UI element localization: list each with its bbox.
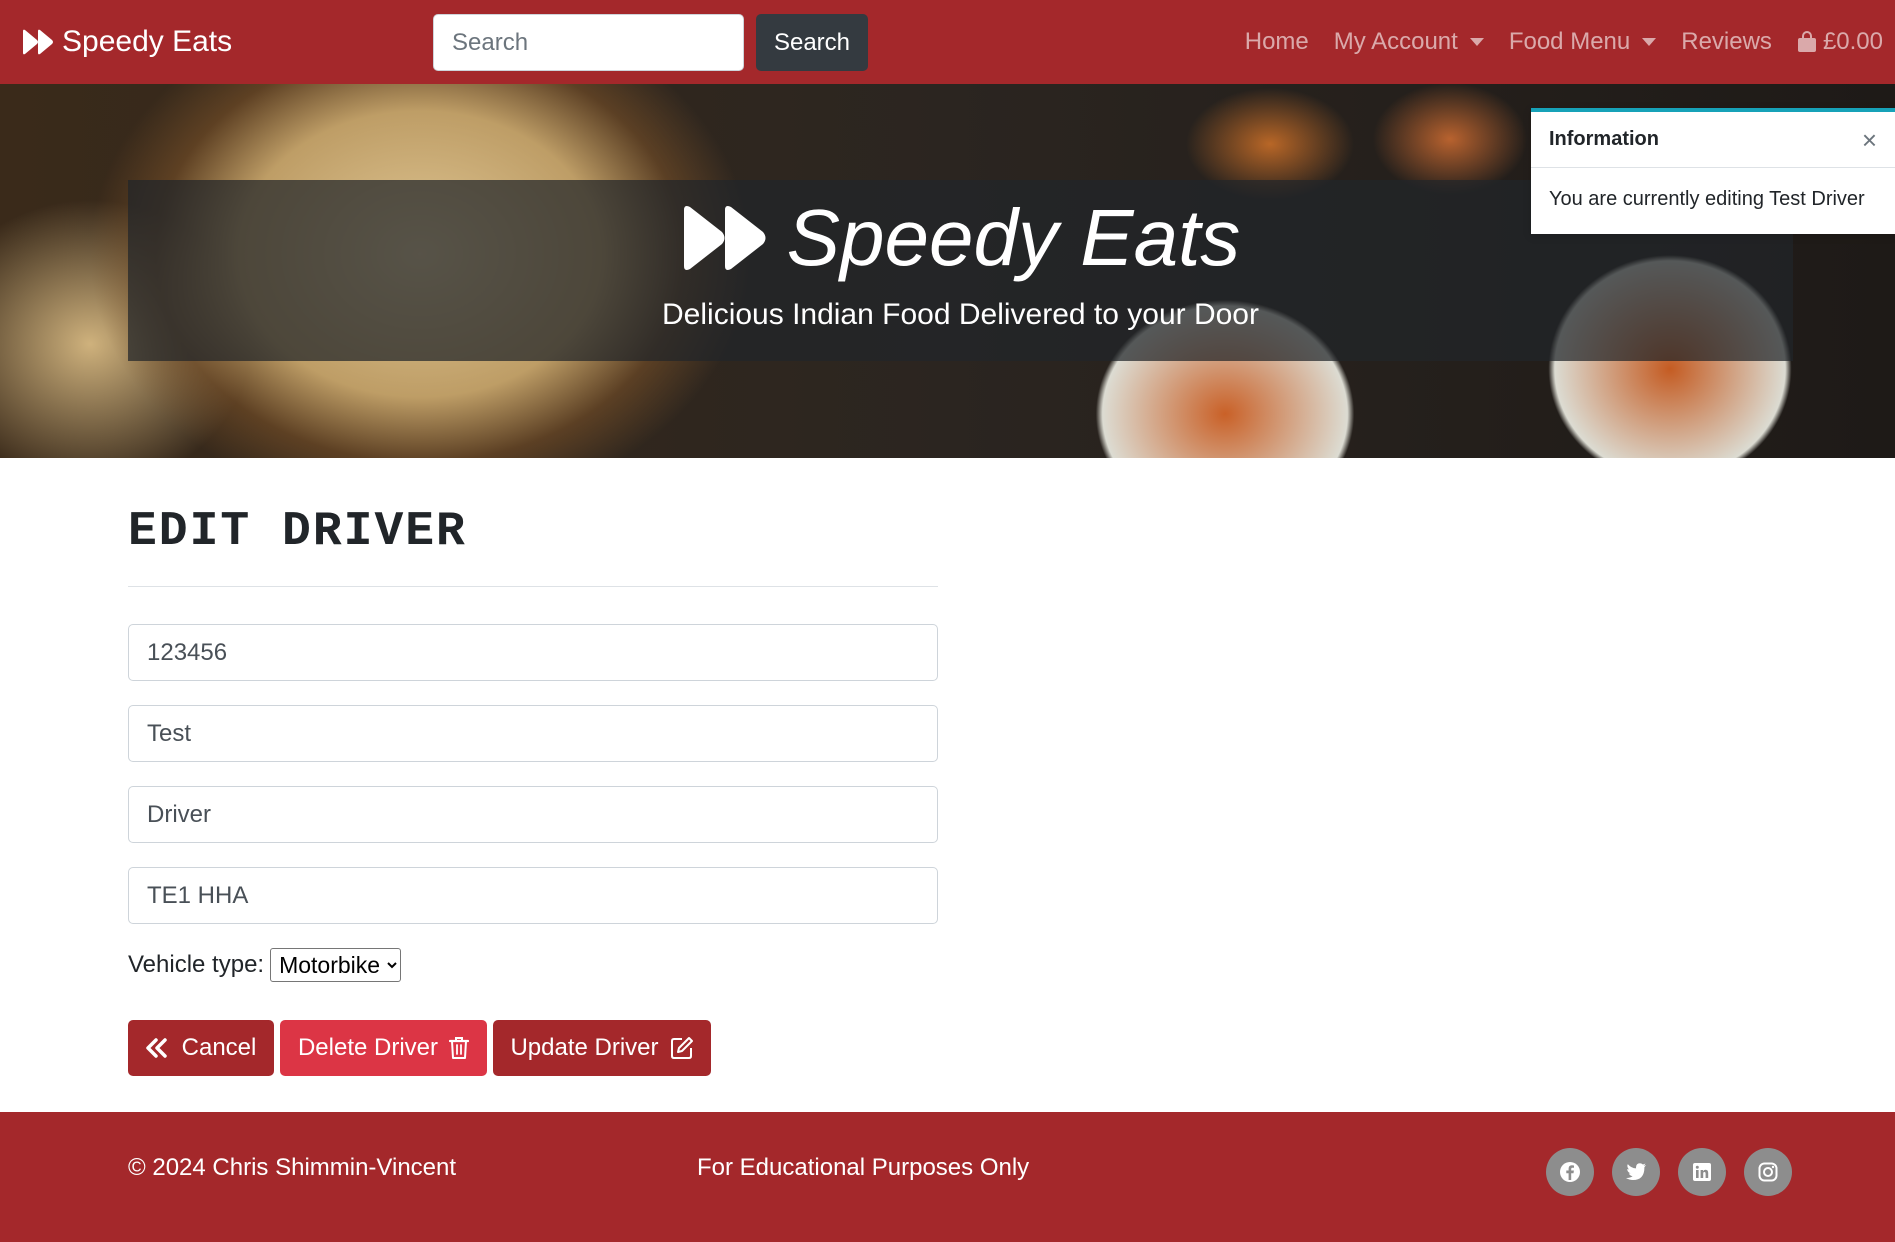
twitter-glyph <box>1626 1163 1646 1180</box>
edit-icon <box>670 1037 693 1059</box>
fast-forward-icon <box>683 206 766 270</box>
hero-title-text: Speedy Eats <box>786 193 1241 282</box>
first-name-field[interactable] <box>128 705 938 762</box>
toast-header: Information × <box>1531 112 1895 168</box>
nav-account-label: My Account <box>1333 28 1458 55</box>
delete-label: Delete Driver <box>297 1034 439 1061</box>
vehicle-type-row: Vehicle type: Motorbike <box>128 948 402 982</box>
nav-home[interactable]: Home <box>1245 28 1309 56</box>
nav-reviews[interactable]: Reviews <box>1681 28 1772 56</box>
nav-links: Home My Account Food Menu Reviews £0.00 <box>1220 20 1883 64</box>
toast-title: Information <box>1549 128 1659 150</box>
brand-name: Speedy Eats <box>62 25 233 58</box>
vehicle-type-label: Vehicle type: <box>128 951 265 978</box>
caret-down-icon <box>1642 38 1657 46</box>
driver-id-field[interactable] <box>128 624 938 681</box>
caret-down-icon <box>1469 38 1484 46</box>
angles-left-icon <box>145 1038 167 1058</box>
facebook-icon[interactable] <box>1546 1148 1594 1196</box>
footer-note: For Educational Purposes Only <box>697 1154 1030 1181</box>
trash-icon <box>449 1037 470 1059</box>
instagram-icon[interactable] <box>1744 1148 1792 1196</box>
social-links <box>1546 1148 1810 1196</box>
facebook-glyph <box>1560 1162 1580 1182</box>
divider <box>128 586 938 587</box>
copyright-text: © 2024 Chris Shimmin-Vincent <box>128 1154 457 1181</box>
linkedin-icon[interactable] <box>1678 1148 1726 1196</box>
toast-message: You are currently editing Test Driver <box>1549 188 1865 210</box>
linkedin-glyph <box>1693 1163 1711 1181</box>
last-name-field[interactable] <box>128 786 938 843</box>
nav-home-label: Home <box>1244 28 1309 55</box>
hero-subtitle: Delicious Indian Food Delivered to your … <box>662 298 1259 331</box>
nav-menu-label: Food Menu <box>1508 28 1631 55</box>
nav-reviews-label: Reviews <box>1681 28 1772 55</box>
twitter-icon[interactable] <box>1612 1148 1660 1196</box>
nav-food-menu-dropdown[interactable]: Food Menu <box>1508 28 1657 56</box>
instagram-glyph <box>1758 1162 1778 1182</box>
cancel-label: Cancel <box>181 1034 257 1061</box>
shopping-bag-icon <box>1797 31 1816 52</box>
brand-link[interactable]: Speedy Eats <box>22 22 232 62</box>
close-icon[interactable]: × <box>1862 127 1877 153</box>
page-title: EDIT DRIVER <box>128 505 467 559</box>
navbar: Speedy Eats Search Home My Account Food … <box>0 0 1895 84</box>
cart-total: £0.00 <box>1822 28 1883 55</box>
fast-forward-icon <box>23 29 53 55</box>
search-input[interactable] <box>433 14 744 71</box>
update-driver-button[interactable]: Update Driver <box>493 1020 711 1076</box>
nav-my-account-dropdown[interactable]: My Account <box>1334 28 1484 56</box>
postcode-field[interactable] <box>128 867 938 924</box>
info-toast: Information × You are currently editing … <box>1531 108 1895 234</box>
footer: © 2024 Chris Shimmin-Vincent For Educati… <box>0 1112 1895 1242</box>
vehicle-type-select[interactable]: Motorbike <box>270 948 402 982</box>
search-button[interactable]: Search <box>756 14 868 71</box>
cancel-button[interactable]: Cancel <box>128 1020 274 1076</box>
update-label: Update Driver <box>510 1034 659 1061</box>
nav-cart[interactable]: £0.00 <box>1797 28 1883 56</box>
delete-driver-button[interactable]: Delete Driver <box>280 1020 487 1076</box>
